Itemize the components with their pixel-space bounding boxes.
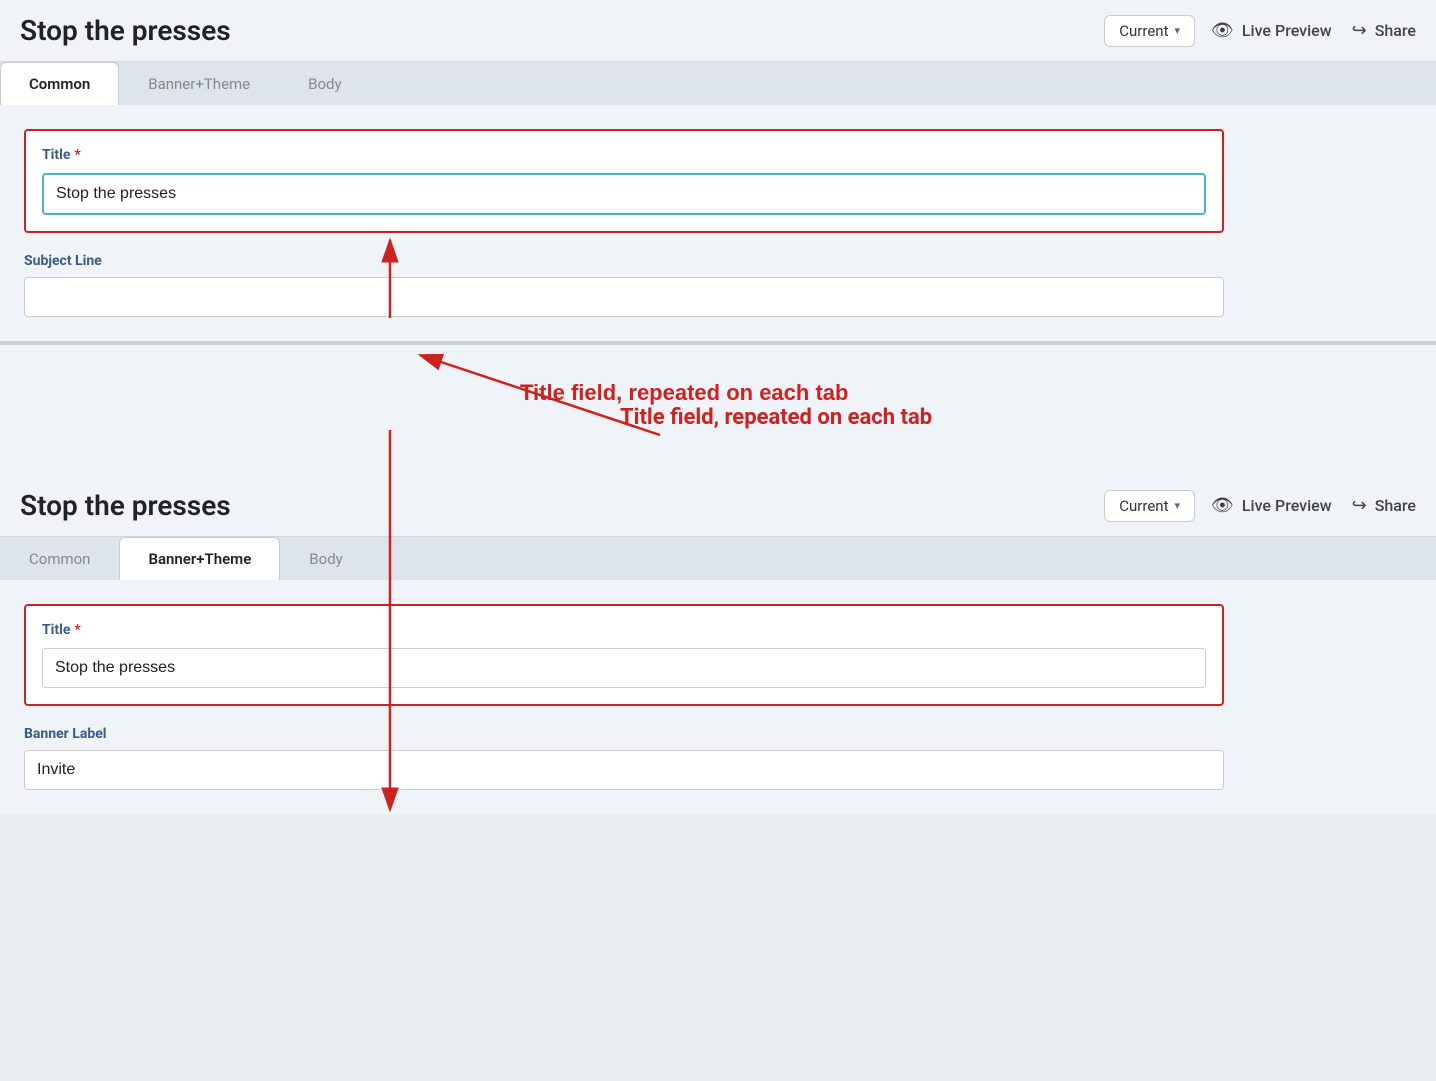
bottom-eye-icon: 👁 [1211, 495, 1234, 516]
top-tab-common[interactable]: Common [0, 62, 119, 105]
top-title-required-star: * [74, 147, 80, 163]
bottom-banner-section: Banner Label [24, 726, 1224, 814]
bottom-content-area: Title * Banner Label [0, 580, 1436, 814]
top-version-label: Current [1119, 22, 1168, 40]
top-share-label: Share [1375, 21, 1416, 40]
top-header-actions: 👁 Live Preview ↪ Share [1211, 20, 1416, 41]
bottom-version-dropdown[interactable]: Current ▾ [1104, 490, 1195, 522]
chevron-down-icon: ▾ [1174, 24, 1180, 37]
bottom-tabs-bar: Common Banner+Theme Body [0, 537, 1436, 580]
bottom-tab-banner-theme-label: Banner+Theme [148, 550, 251, 568]
top-title-label: Title * [42, 147, 1206, 163]
bottom-tab-body-label: Body [309, 550, 342, 568]
bottom-tab-body[interactable]: Body [280, 537, 371, 580]
bottom-tab-common[interactable]: Common [0, 537, 119, 580]
top-content-area: Title * Subject Line [0, 105, 1436, 341]
top-subject-input[interactable] [24, 277, 1224, 317]
annotation-text: Title field, repeated on each tab [620, 405, 932, 430]
top-tab-body-label: Body [308, 75, 341, 93]
top-tab-body[interactable]: Body [279, 62, 370, 105]
top-title-section: Title * [24, 129, 1224, 233]
bottom-panel: Stop the presses Current ▾ 👁 Live Previe… [0, 475, 1436, 814]
bottom-live-preview-label: Live Preview [1242, 496, 1332, 515]
bottom-title-label: Title * [42, 622, 1206, 638]
top-page-title: Stop the presses [20, 14, 1088, 47]
annotation-area: Title field, repeated on each tab [0, 345, 1436, 475]
top-version-dropdown[interactable]: Current ▾ [1104, 15, 1195, 47]
bottom-title-input[interactable] [42, 648, 1206, 688]
bottom-share-icon: ↪ [1352, 495, 1367, 516]
top-share-button[interactable]: ↪ Share [1352, 20, 1416, 41]
bottom-banner-label: Banner Label [24, 726, 1224, 742]
bottom-title-section: Title * [24, 604, 1224, 706]
top-panel: Stop the presses Current ▾ 👁 Live Previe… [0, 0, 1436, 345]
top-tabs-bar: Common Banner+Theme Body [0, 62, 1436, 105]
top-subject-section: Subject Line [24, 253, 1224, 341]
top-header: Stop the presses Current ▾ 👁 Live Previe… [0, 0, 1436, 62]
top-title-input[interactable] [42, 173, 1206, 215]
bottom-banner-input[interactable] [24, 750, 1224, 790]
top-tab-banner-theme[interactable]: Banner+Theme [119, 62, 279, 105]
bottom-chevron-down-icon: ▾ [1174, 499, 1180, 512]
top-subject-label: Subject Line [24, 253, 1224, 269]
bottom-tab-banner-theme[interactable]: Banner+Theme [119, 537, 280, 580]
bottom-title-required-star: * [74, 622, 80, 638]
bottom-header-actions: 👁 Live Preview ↪ Share [1211, 495, 1416, 516]
bottom-page-title: Stop the presses [20, 489, 1088, 522]
top-live-preview-label: Live Preview [1242, 21, 1332, 40]
bottom-tab-common-label: Common [29, 550, 90, 568]
top-live-preview-button[interactable]: 👁 Live Preview [1211, 20, 1332, 41]
top-tab-common-label: Common [29, 75, 90, 93]
top-tab-banner-theme-label: Banner+Theme [148, 75, 250, 93]
eye-icon: 👁 [1211, 20, 1234, 41]
bottom-share-label: Share [1375, 496, 1416, 515]
bottom-share-button[interactable]: ↪ Share [1352, 495, 1416, 516]
bottom-version-label: Current [1119, 497, 1168, 515]
bottom-header: Stop the presses Current ▾ 👁 Live Previe… [0, 475, 1436, 537]
bottom-live-preview-button[interactable]: 👁 Live Preview [1211, 495, 1332, 516]
share-icon: ↪ [1352, 20, 1367, 41]
